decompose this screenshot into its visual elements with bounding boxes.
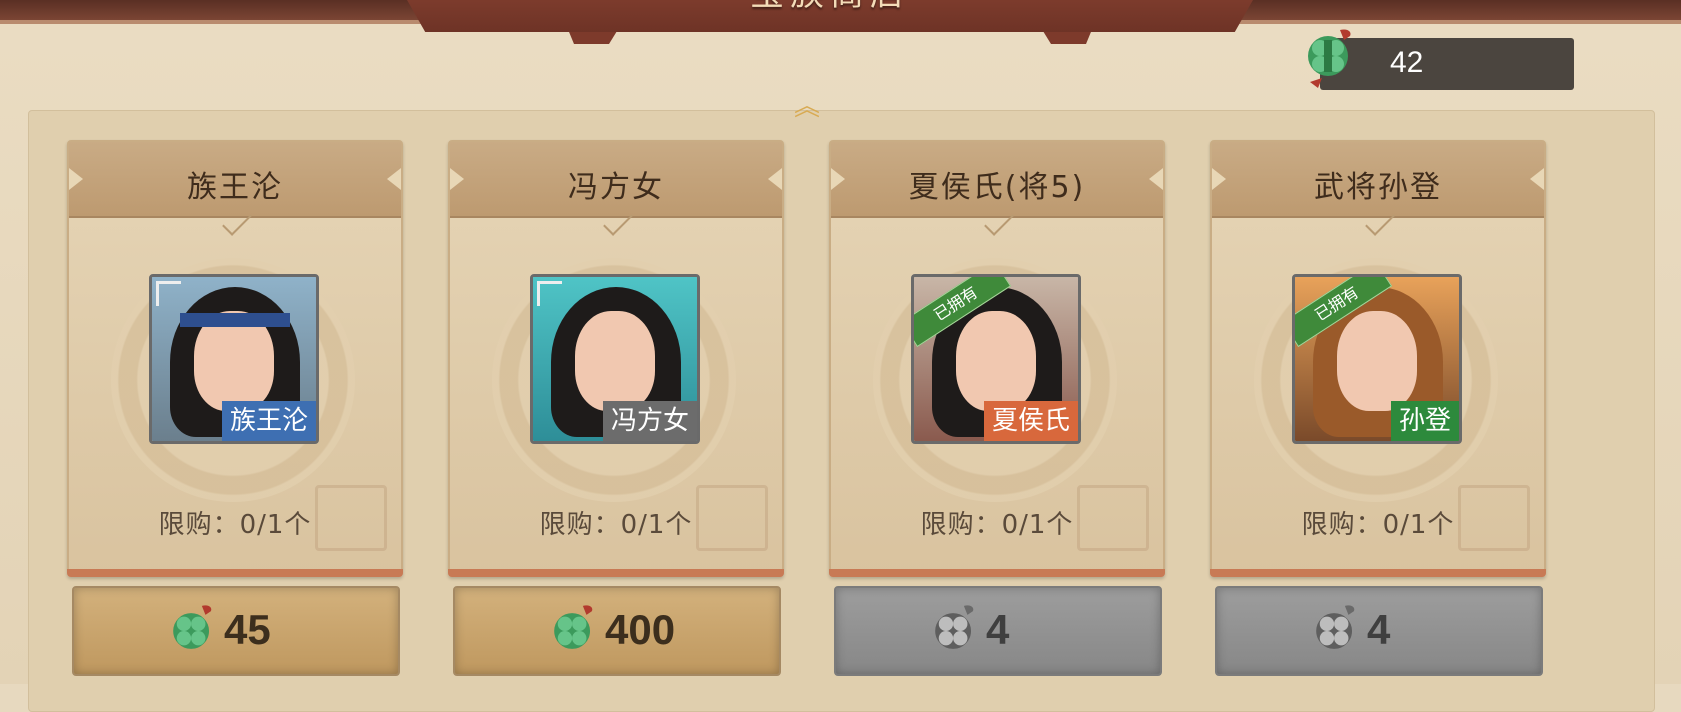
portrait-face bbox=[956, 311, 1036, 411]
card-title: 冯方女 bbox=[568, 170, 664, 205]
buy-button-4[interactable]: 4 bbox=[1215, 586, 1543, 676]
card-title: 武将孙登 bbox=[1314, 170, 1442, 205]
hero-portrait[interactable]: 冯方女 bbox=[530, 274, 700, 444]
card-title: 夏侯氏(将5) bbox=[908, 170, 1086, 205]
price-value: 45 bbox=[224, 606, 271, 653]
hero-portrait[interactable]: 已拥有 夏侯氏 bbox=[911, 274, 1081, 444]
jade-knot-icon bbox=[1308, 29, 1351, 88]
shop-card-1[interactable]: 族王沦 族王沦 限购：0/1个 bbox=[67, 140, 403, 577]
hero-name-tag: 冯方女 bbox=[602, 401, 697, 441]
jade-knot-icon bbox=[554, 605, 593, 649]
jade-knot-icon bbox=[1316, 605, 1355, 649]
title-ribbon: 宝族商店 bbox=[390, 0, 1270, 32]
shop-card-4[interactable]: 武将孙登 已拥有 孙登 限购：0/1个 bbox=[1210, 140, 1546, 577]
up-chevron-icon[interactable]: ︽ bbox=[786, 94, 828, 120]
hero-portrait[interactable]: 族王沦 bbox=[149, 274, 319, 444]
purchase-limit: 限购：0/1个 bbox=[158, 510, 312, 540]
purchase-limit: 限购：0/1个 bbox=[1301, 510, 1455, 540]
page-title: 宝族商店 bbox=[390, 0, 1270, 15]
card-header: 冯方女 bbox=[450, 142, 782, 218]
shop-card-3[interactable]: 夏侯氏(将5) 已拥有 夏侯氏 限购：0/1个 bbox=[829, 140, 1165, 577]
hero-name-tag: 夏侯氏 bbox=[983, 401, 1078, 441]
currency-amount: 42 bbox=[1390, 46, 1424, 79]
card-header: 武将孙登 bbox=[1212, 142, 1544, 218]
shop-card-2[interactable]: 冯方女 冯方女 限购：0/1个 bbox=[448, 140, 784, 577]
portrait-face bbox=[575, 311, 655, 411]
corner-mark bbox=[156, 281, 181, 306]
purchase-limit: 限购：0/1个 bbox=[920, 510, 1074, 540]
price-value: 400 bbox=[605, 606, 676, 653]
price-value: 4 bbox=[986, 606, 1010, 653]
jade-knot-icon bbox=[173, 605, 212, 649]
card-header: 夏侯氏(将5) bbox=[831, 142, 1163, 218]
jade-knot-icon bbox=[935, 605, 974, 649]
currency-bar: 42 bbox=[1320, 38, 1574, 90]
card-header: 族王沦 bbox=[69, 142, 401, 218]
hero-name-tag: 孙登 bbox=[1390, 401, 1459, 441]
purchase-limit: 限购：0/1个 bbox=[539, 510, 693, 540]
portrait-face bbox=[1337, 311, 1417, 411]
card-title: 族王沦 bbox=[187, 170, 283, 205]
buy-button-2[interactable]: 400 bbox=[453, 586, 781, 676]
buy-button-3[interactable]: 4 bbox=[834, 586, 1162, 676]
price-value: 4 bbox=[1367, 606, 1391, 653]
corner-mark bbox=[537, 281, 562, 306]
buy-button-1[interactable]: 45 bbox=[72, 586, 400, 676]
headband bbox=[180, 313, 290, 327]
hero-portrait[interactable]: 已拥有 孙登 bbox=[1292, 274, 1462, 444]
hero-name-tag: 族王沦 bbox=[221, 401, 316, 441]
